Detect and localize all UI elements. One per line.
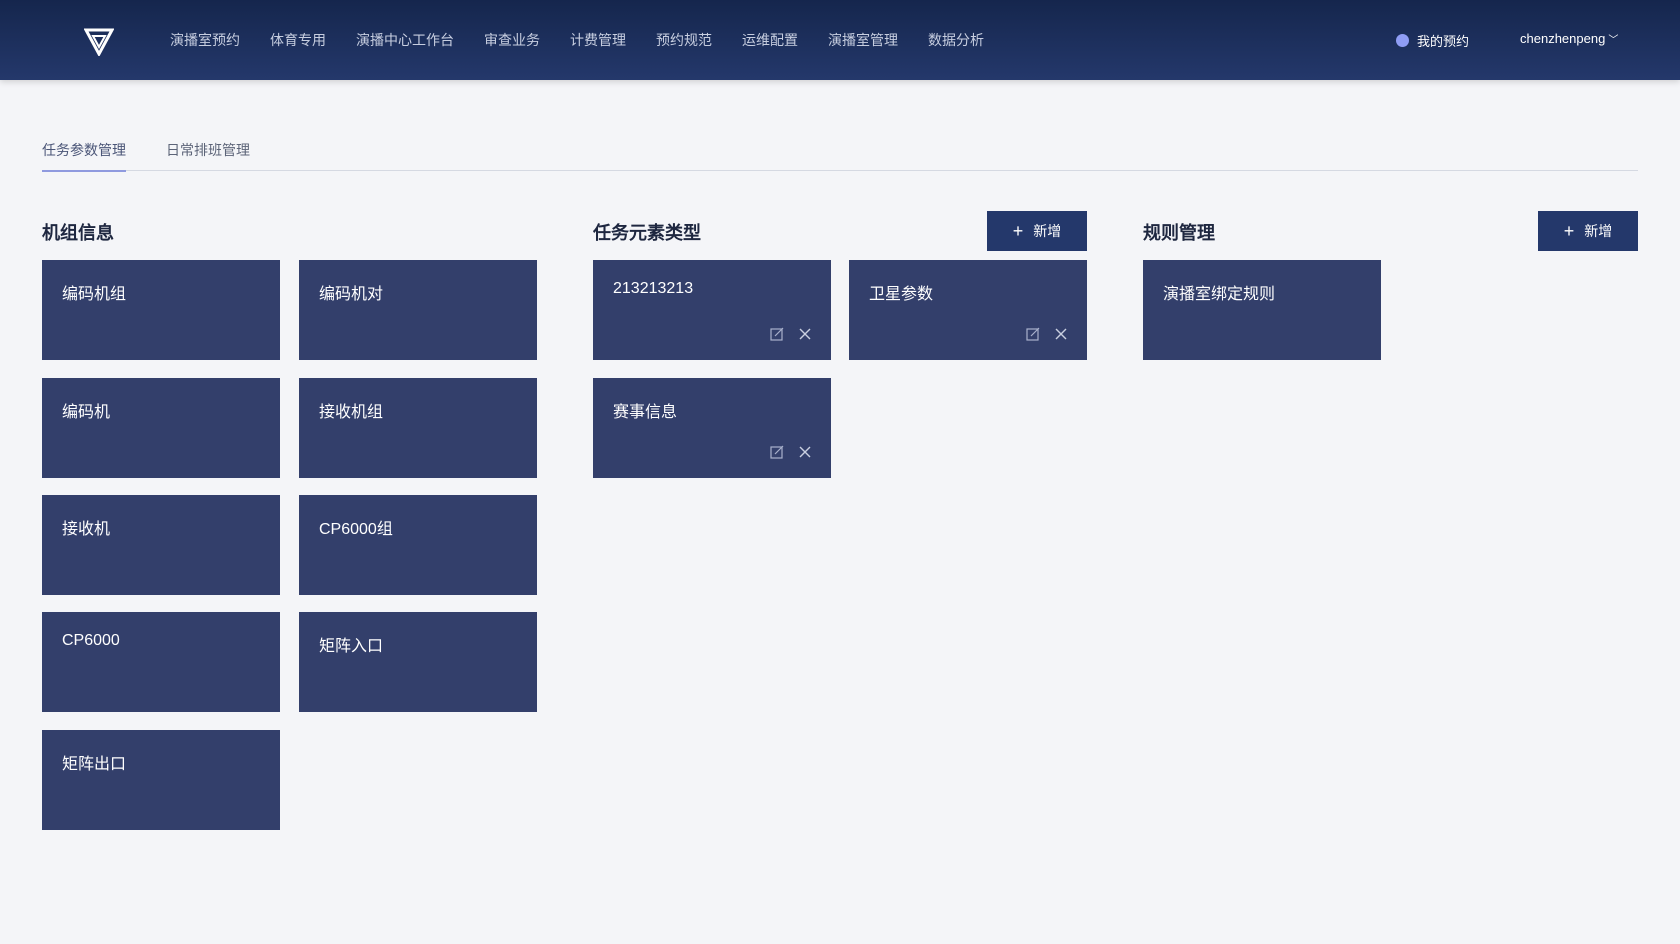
card-label: 编码机	[62, 404, 111, 421]
card-label: 演播室绑定规则	[1163, 286, 1276, 303]
plus-icon: +	[1563, 221, 1575, 241]
top-navigation-bar: 演播室预约 体育专用 演播中心工作台 审查业务 计费管理 预约规范 运维配置 演…	[0, 0, 1680, 80]
unit-card[interactable]: 接收机组	[299, 378, 537, 478]
unit-card[interactable]: CP6000组	[299, 495, 537, 595]
nav-item-booking-rules[interactable]: 预约规范	[656, 30, 712, 50]
card-label: 卫星参数	[869, 286, 934, 303]
nav-item-studio-management[interactable]: 演播室管理	[828, 30, 898, 50]
card-actions	[757, 326, 813, 342]
unit-info-title: 机组信息	[42, 223, 114, 243]
user-menu[interactable]: chenzhenpeng ﹀	[1520, 31, 1618, 46]
unit-card[interactable]: CP6000	[42, 612, 280, 712]
card-label: CP6000	[62, 632, 120, 649]
unit-card[interactable]: 编码机对	[299, 260, 537, 360]
username: chenzhenpeng	[1520, 31, 1606, 46]
nav-item-billing[interactable]: 计费管理	[570, 30, 626, 50]
close-icon[interactable]	[1053, 326, 1069, 342]
nav-item-studio-booking[interactable]: 演播室预约	[170, 30, 240, 50]
card-actions	[1013, 326, 1069, 342]
close-icon[interactable]	[797, 326, 813, 342]
tab-bar: 任务参数管理 日常排班管理	[42, 128, 1638, 172]
card-actions	[757, 444, 813, 460]
my-booking-link[interactable]: 我的预约	[1396, 31, 1469, 50]
task-element-types-title: 任务元素类型	[593, 223, 701, 243]
card-label: 赛事信息	[613, 404, 678, 421]
nav-item-data-analysis[interactable]: 数据分析	[928, 30, 984, 50]
unit-card[interactable]: 接收机	[42, 495, 280, 595]
card-label: 编码机对	[319, 286, 384, 303]
tab-task-params[interactable]: 任务参数管理	[42, 128, 126, 172]
nav-item-review[interactable]: 审查业务	[484, 30, 540, 50]
tab-daily-schedule[interactable]: 日常排班管理	[166, 128, 250, 171]
plus-icon: +	[1012, 221, 1024, 241]
edit-icon[interactable]	[769, 326, 785, 342]
nav-item-ops-config[interactable]: 运维配置	[742, 30, 798, 50]
rule-management-title: 规则管理	[1143, 223, 1215, 243]
unit-card[interactable]: 编码机组	[42, 260, 280, 360]
card-label: 213213213	[613, 280, 694, 297]
unit-card[interactable]: 矩阵出口	[42, 730, 280, 830]
edit-icon[interactable]	[1025, 326, 1041, 342]
nav-item-sports[interactable]: 体育专用	[270, 30, 326, 50]
add-button-label: 新增	[1033, 223, 1062, 239]
edit-icon[interactable]	[769, 444, 785, 460]
main-nav: 演播室预约 体育专用 演播中心工作台 审查业务 计费管理 预约规范 运维配置 演…	[170, 0, 1014, 80]
booking-icon	[1396, 34, 1409, 47]
unit-card[interactable]: 编码机	[42, 378, 280, 478]
card-label: 矩阵入口	[319, 638, 384, 655]
nav-item-workbench[interactable]: 演播中心工作台	[356, 30, 454, 50]
add-button-label: 新增	[1584, 223, 1613, 239]
chevron-down-icon: ﹀	[1608, 35, 1619, 46]
card-label: 接收机组	[319, 404, 384, 421]
card-label: 编码机组	[62, 286, 127, 303]
add-rule-button[interactable]: + 新增	[1538, 211, 1638, 251]
my-booking-label: 我的预约	[1417, 34, 1470, 49]
unit-card[interactable]: 矩阵入口	[299, 612, 537, 712]
card-label: CP6000组	[319, 521, 393, 538]
task-element-card[interactable]: 赛事信息	[593, 378, 831, 478]
card-label: 接收机	[62, 521, 111, 538]
rule-card[interactable]: 演播室绑定规则	[1143, 260, 1381, 360]
add-task-element-button[interactable]: + 新增	[987, 211, 1087, 251]
task-element-card[interactable]: 213213213	[593, 260, 831, 360]
close-icon[interactable]	[797, 444, 813, 460]
card-label: 矩阵出口	[62, 756, 127, 773]
triangle-logo-icon[interactable]	[84, 28, 114, 56]
task-element-card[interactable]: 卫星参数	[849, 260, 1087, 360]
